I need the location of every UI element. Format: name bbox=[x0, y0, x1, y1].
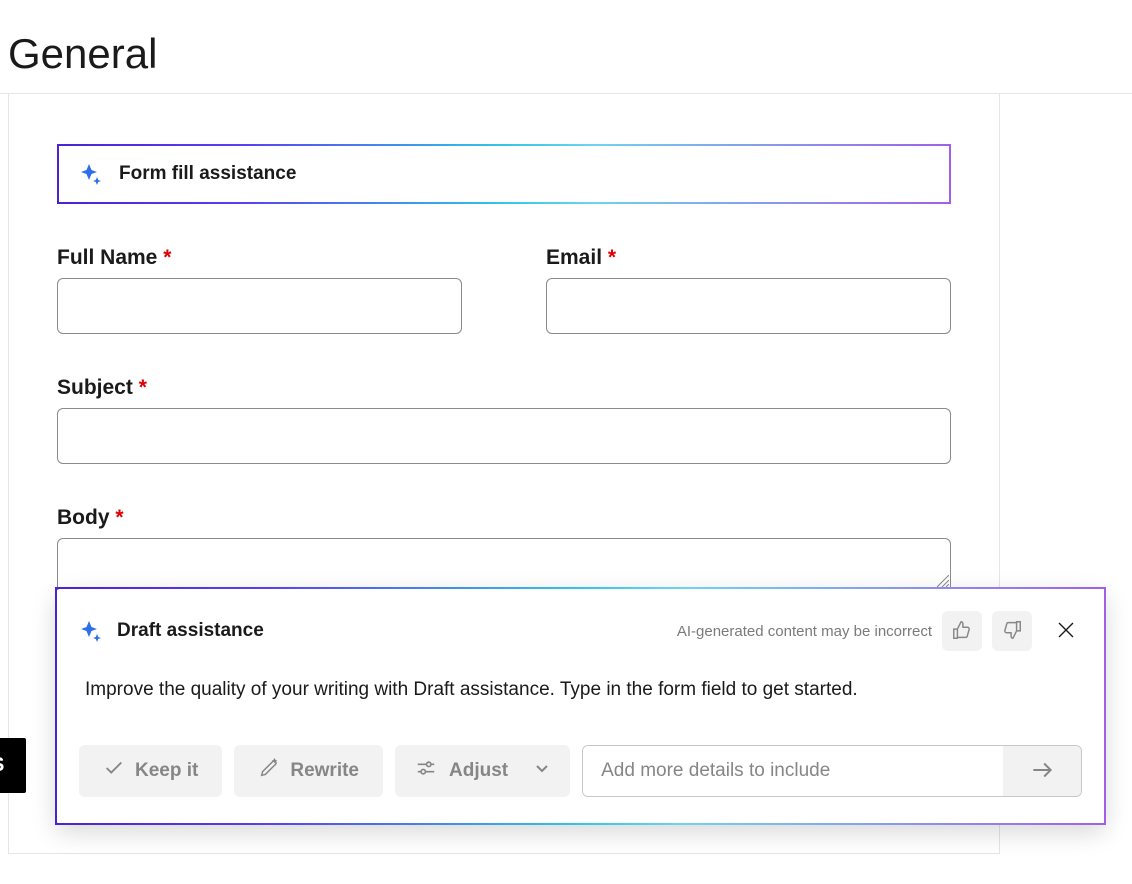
fullname-field[interactable] bbox=[57, 278, 462, 334]
required-marker: * bbox=[163, 246, 171, 269]
close-icon bbox=[1057, 621, 1075, 642]
fullname-label: Full Name * bbox=[57, 246, 462, 270]
subject-label: Subject * bbox=[57, 376, 951, 400]
chevron-down-icon bbox=[534, 760, 550, 782]
send-button[interactable] bbox=[1003, 746, 1081, 796]
required-marker: * bbox=[139, 376, 147, 399]
sliders-icon bbox=[415, 757, 437, 785]
draft-assistance-popup: Draft assistance AI-generated content ma… bbox=[55, 587, 1106, 825]
form-fill-assistance-banner[interactable]: Form fill assistance bbox=[57, 144, 951, 204]
submit-button[interactable]: S bbox=[0, 738, 26, 793]
draft-title: Draft assistance bbox=[117, 620, 264, 642]
body-group: Body * bbox=[57, 506, 951, 590]
adjust-button[interactable]: Adjust bbox=[395, 745, 570, 797]
close-button[interactable] bbox=[1050, 615, 1082, 647]
rewrite-icon bbox=[258, 757, 280, 785]
ai-disclaimer: AI-generated content may be incorrect bbox=[677, 623, 932, 640]
page-title: General bbox=[0, 0, 1132, 94]
subject-group: Subject * bbox=[57, 376, 951, 464]
rewrite-button[interactable]: Rewrite bbox=[234, 745, 383, 797]
sparkle-icon bbox=[79, 619, 103, 643]
resize-handle-icon[interactable] bbox=[937, 574, 949, 586]
arrow-right-icon bbox=[1029, 757, 1055, 786]
body-field[interactable] bbox=[57, 538, 951, 590]
keep-it-button[interactable]: Keep it bbox=[79, 745, 222, 797]
form-row: Full Name * Email * bbox=[57, 246, 951, 334]
required-marker: * bbox=[608, 246, 616, 269]
subject-field[interactable] bbox=[57, 408, 951, 464]
draft-header-right: AI-generated content may be incorrect bbox=[677, 611, 1082, 651]
thumbs-up-icon bbox=[951, 619, 973, 644]
sparkle-icon bbox=[79, 162, 103, 186]
banner-text: Form fill assistance bbox=[119, 163, 296, 185]
submit-area: S bbox=[0, 738, 26, 793]
required-marker: * bbox=[115, 506, 123, 529]
email-group: Email * bbox=[546, 246, 951, 334]
details-input-wrapper bbox=[582, 745, 1082, 797]
thumbs-down-icon bbox=[1001, 619, 1023, 644]
body-label: Body * bbox=[57, 506, 951, 530]
thumbs-up-button[interactable] bbox=[942, 611, 982, 651]
draft-actions: Keep it Rewrite Adjust bbox=[79, 745, 1082, 797]
draft-description: Improve the quality of your writing with… bbox=[79, 679, 1082, 701]
email-field[interactable] bbox=[546, 278, 951, 334]
checkmark-icon bbox=[103, 757, 125, 785]
draft-header: Draft assistance AI-generated content ma… bbox=[79, 611, 1082, 651]
fullname-group: Full Name * bbox=[57, 246, 462, 334]
email-label: Email * bbox=[546, 246, 951, 270]
details-input[interactable] bbox=[583, 746, 1003, 796]
thumbs-down-button[interactable] bbox=[992, 611, 1032, 651]
